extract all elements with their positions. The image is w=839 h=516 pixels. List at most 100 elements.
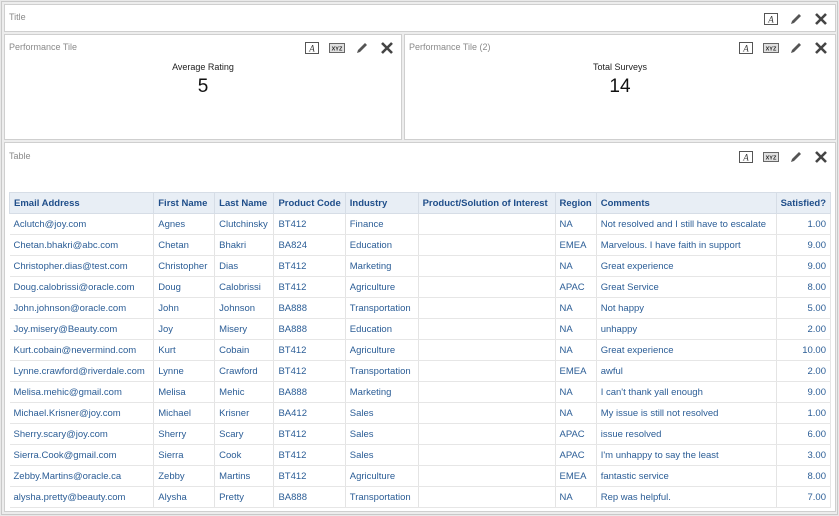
table-row: Kurt.cobain@nevermind.com Kurt Cobain BT412…	[9, 339, 832, 361]
format-xyz-glyph: XYZ	[332, 47, 343, 53]
cell-product-interest	[418, 234, 556, 256]
close-x-icon[interactable]	[379, 40, 395, 56]
cell-first-name: Doug	[153, 276, 216, 298]
close-x-icon[interactable]	[813, 149, 829, 165]
cell-comments: awful	[596, 360, 777, 382]
cell-product-interest	[418, 465, 556, 487]
table-row: Melisa.mehic@gmail.com Melisa Mehic BA888 Ma…	[9, 381, 832, 403]
performance-tile-2: Performance Tile (2) A XYZ Total Surveys…	[404, 34, 836, 140]
cell-product-code: BA888	[273, 297, 346, 319]
cell-email: Sierra.Cook@gmail.com	[9, 444, 155, 466]
column-header-first-name[interactable]: First Name	[153, 192, 216, 214]
table-body: Aclutch@joy.com Agnes Clutchinsky BT412 Fina…	[9, 213, 832, 508]
cell-satisfied: 5.00	[776, 297, 832, 319]
column-header-product-interest[interactable]: Product/Solution of Interest	[417, 192, 556, 214]
cell-last-name: Dias	[214, 255, 275, 277]
cell-comments: I'm unhappy to say the least	[596, 444, 777, 466]
cell-comments: Not resolved and I still have to escalat…	[596, 213, 777, 235]
cell-region: APAC	[555, 423, 597, 445]
close-x-icon[interactable]	[813, 40, 829, 56]
cell-first-name: Alysha	[153, 486, 216, 508]
cell-first-name: Joy	[153, 318, 216, 340]
cell-product-interest	[418, 381, 556, 403]
cell-industry: Transportation	[345, 486, 419, 508]
cell-region: EMEA	[555, 234, 597, 256]
cell-email: Doug.calobrissi@oracle.com	[9, 276, 155, 298]
title-panel: Title A	[4, 4, 836, 32]
format-text-icon[interactable]: A	[738, 149, 754, 165]
cell-first-name: Chetan	[153, 234, 216, 256]
edit-pencil-icon[interactable]	[354, 40, 370, 56]
format-text-glyph: A	[767, 15, 774, 25]
cell-first-name: Zebby	[153, 465, 216, 487]
cell-product-code: BA888	[273, 486, 346, 508]
cell-last-name: Mehic	[214, 381, 275, 403]
format-xyz-icon[interactable]: XYZ	[763, 149, 779, 165]
cell-satisfied: 2.00	[776, 318, 832, 340]
metric-label: Total Surveys	[592, 62, 648, 72]
table-row: Michael.Krisner@joy.com Michael Krisner BA4…	[9, 402, 832, 424]
cell-email: Zebby.Martins@oracle.ca	[9, 465, 155, 487]
format-text-glyph: A	[742, 153, 749, 163]
cell-satisfied: 10.00	[776, 339, 832, 361]
survey-table: Email Address First Name Last Name Produ…	[8, 192, 832, 508]
panel-toolbar: A	[763, 11, 829, 27]
cell-comments: Not happy	[596, 297, 777, 319]
cell-last-name: Bhakri	[214, 234, 275, 256]
cell-product-interest	[418, 255, 556, 277]
cell-product-code: BT412	[273, 213, 346, 235]
column-header-region[interactable]: Region	[554, 192, 597, 214]
cell-email: Chetan.bhakri@abc.com	[9, 234, 155, 256]
cell-comments: Marvelous. I have faith in support	[596, 234, 777, 256]
cell-industry: Transportation	[345, 297, 419, 319]
cell-comments: Great experience	[596, 339, 777, 361]
edit-pencil-icon[interactable]	[788, 40, 804, 56]
cell-satisfied: 9.00	[776, 255, 832, 277]
cell-email: Joy.misery@Beauty.com	[9, 318, 155, 340]
cell-region: NA	[555, 339, 597, 361]
close-x-icon[interactable]	[813, 11, 829, 27]
cell-comments: Rep was helpful.	[596, 486, 777, 508]
table-row: Sherry.scary@joy.com Sherry Scary BT412 Sale…	[9, 423, 832, 445]
cell-product-code: BT412	[273, 255, 346, 277]
cell-comments: I can't thank yall enough	[596, 381, 777, 403]
cell-last-name: Cobain	[214, 339, 275, 361]
table-row: Joy.misery@Beauty.com Joy Misery BA888 Educa…	[9, 318, 832, 340]
cell-satisfied: 8.00	[776, 276, 832, 298]
column-header-email[interactable]: Email Address	[8, 192, 155, 214]
format-text-icon[interactable]: A	[763, 11, 779, 27]
cell-industry: Marketing	[345, 381, 419, 403]
column-header-product-code[interactable]: Product Code	[273, 192, 346, 214]
cell-last-name: Clutchinsky	[214, 213, 275, 235]
column-header-comments[interactable]: Comments	[595, 192, 777, 214]
cell-email: Christopher.dias@test.com	[9, 255, 155, 277]
format-text-icon[interactable]: A	[304, 40, 320, 56]
edit-pencil-icon[interactable]	[788, 149, 804, 165]
table-header-row: Email Address First Name Last Name Produ…	[8, 192, 832, 214]
cell-region: NA	[555, 381, 597, 403]
cell-industry: Agriculture	[345, 465, 419, 487]
column-header-last-name[interactable]: Last Name	[214, 192, 275, 214]
cell-region: NA	[555, 213, 597, 235]
cell-product-code: BT412	[273, 276, 346, 298]
cell-product-code: BT412	[273, 465, 346, 487]
cell-last-name: Misery	[214, 318, 275, 340]
cell-region: NA	[555, 318, 597, 340]
cell-first-name: John	[153, 297, 216, 319]
column-header-satisfied[interactable]: Satisfied?	[775, 192, 832, 214]
cell-first-name: Lynne	[153, 360, 216, 382]
column-header-industry[interactable]: Industry	[344, 192, 419, 214]
edit-pencil-icon[interactable]	[788, 11, 804, 27]
format-xyz-icon[interactable]: XYZ	[763, 40, 779, 56]
cell-region: EMEA	[555, 360, 597, 382]
table-row: Aclutch@joy.com Agnes Clutchinsky BT412 Fina…	[9, 213, 832, 235]
format-xyz-glyph: XYZ	[766, 156, 777, 162]
cell-region: EMEA	[555, 465, 597, 487]
cell-comments: fantastic service	[596, 465, 777, 487]
format-text-icon[interactable]: A	[738, 40, 754, 56]
cell-comments: unhappy	[596, 318, 777, 340]
cell-product-interest	[418, 213, 556, 235]
format-xyz-icon[interactable]: XYZ	[329, 40, 345, 56]
cell-product-interest	[418, 402, 556, 424]
cell-satisfied: 9.00	[776, 234, 832, 256]
